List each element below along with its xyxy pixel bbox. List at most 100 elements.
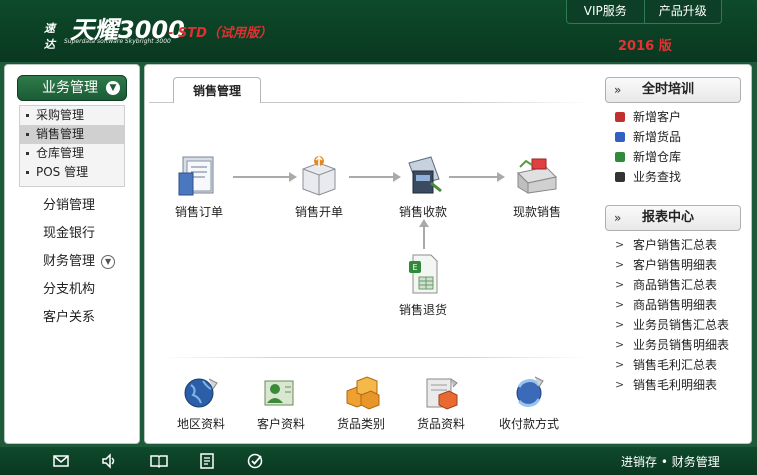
shortcut-label: 客户资料 [256, 417, 305, 431]
business-management-header[interactable]: 业务管理 ▼ [17, 75, 127, 101]
product-upgrade-button[interactable]: 产品升级 [643, 0, 722, 23]
flow-arrow [233, 172, 297, 182]
report-item[interactable]: > 客户销售明细表 [615, 255, 729, 275]
main-panel: 销售管理 销售订单 销售开单 销售收款 现款销售 E 销售退货 地区资料 客户资… [144, 64, 752, 444]
shortcut-label: 地区资料 [176, 417, 225, 431]
chevron-right-icon: > [615, 238, 625, 251]
goods-data-shortcut[interactable]: 货品资料 [411, 373, 471, 432]
flow-label: 销售退货 [398, 303, 447, 317]
mail-icon[interactable] [52, 452, 70, 470]
sales-receipt-node[interactable]: 销售收款 [393, 153, 453, 220]
sound-icon[interactable] [100, 452, 118, 470]
excel-document-icon: E [409, 254, 438, 294]
training-item-label: 新增仓库 [633, 150, 682, 164]
report-item[interactable]: > 客户销售汇总表 [615, 235, 729, 255]
report-item-label: 客户销售汇总表 [633, 238, 718, 252]
report-item[interactable]: > 销售毛利明细表 [615, 375, 729, 395]
training-item-new-customer[interactable]: 新增客户 [615, 107, 681, 127]
tab-sales-management[interactable]: 销售管理 [173, 77, 261, 103]
report-item-label: 业务员销售明细表 [633, 338, 730, 352]
submenu-item-warehouse[interactable]: 仓库管理 [20, 144, 124, 163]
sidebar-item-finance[interactable]: 财务管理 ▼ [43, 251, 116, 279]
expand-icon: ▼ [101, 254, 116, 269]
chevron-right-icon: > [615, 258, 625, 271]
training-item-label: 业务查找 [633, 170, 682, 184]
report-item[interactable]: > 商品销售汇总表 [615, 275, 729, 295]
goods-category-shortcut[interactable]: 货品类别 [331, 373, 391, 432]
book-icon [615, 172, 625, 182]
flow-label: 销售收款 [398, 205, 447, 219]
book-icon [615, 112, 625, 122]
region-data-shortcut[interactable]: 地区资料 [171, 373, 231, 432]
book-icon [615, 152, 625, 162]
usb-box-icon [302, 155, 336, 196]
shortcut-label: 收付款方式 [498, 417, 559, 431]
sidebar-item-label: 分支机构 [43, 282, 96, 297]
submenu-item-pos[interactable]: POS 管理 [20, 163, 124, 182]
training-item-label: 新增货品 [633, 130, 682, 144]
report-item[interactable]: > 商品销售明细表 [615, 295, 729, 315]
sales-order-node[interactable]: 销售订单 [169, 153, 229, 220]
customer-data-shortcut[interactable]: 客户资料 [251, 373, 311, 432]
submenu-item-purchase[interactable]: 采购管理 [20, 106, 124, 125]
report-item[interactable]: > 业务员销售明细表 [615, 335, 729, 355]
book-icon[interactable] [150, 452, 168, 470]
app-header: 速达 天耀3000 Superdata software Skybright 3… [0, 0, 757, 62]
chevron-down-icon: ▼ [106, 81, 120, 95]
logo-subtitle: Superdata software Skybright 3000 [64, 38, 171, 45]
globe-icon [184, 378, 218, 408]
top-buttons: VIP服务 产品升级 [566, 0, 722, 24]
vip-service-button[interactable]: VIP服务 [567, 0, 644, 23]
payment-method-shortcut[interactable]: 收付款方式 [491, 373, 567, 432]
sidebar-item-label: 客户关系 [43, 310, 96, 325]
training-item-label: 新增客户 [633, 110, 682, 124]
sidebar-item-label: 现金银行 [43, 226, 96, 241]
svg-text:E: E [412, 263, 417, 272]
chevron-right-icon: > [615, 358, 625, 371]
chevron-right-icon: > [615, 378, 625, 391]
chevron-right-icon: > [615, 278, 625, 291]
sidebar-menu: 分销管理 现金银行 财务管理 ▼ 分支机构 客户关系 [43, 195, 116, 335]
document-icon[interactable] [198, 452, 216, 470]
sales-invoice-node[interactable]: 销售开单 [289, 153, 349, 220]
flow-arrow-up [419, 219, 429, 249]
book-icon [615, 132, 625, 142]
report-item[interactable]: > 销售毛利汇总表 [615, 355, 729, 375]
edition-label: - STD（试用版） [168, 26, 272, 41]
payment-cycle-icon [516, 376, 544, 407]
report-item-label: 销售毛利明细表 [633, 378, 718, 392]
sales-return-node[interactable]: E 销售退货 [393, 251, 453, 318]
report-item-label: 业务员销售汇总表 [633, 318, 730, 332]
flow-label: 现款销售 [512, 205, 561, 219]
chevron-right-icon: > [615, 338, 625, 351]
shortcut-label: 货品类别 [336, 417, 385, 431]
flow-arrow [349, 172, 401, 182]
flow-label: 销售开单 [294, 205, 343, 219]
training-list: 新增客户 新增货品 新增仓库 业务查找 [615, 107, 681, 187]
double-chevron-icon: » [614, 83, 622, 97]
status-footer: 进销存 • 财务管理 [0, 447, 757, 475]
submenu-item-sales[interactable]: 销售管理 [20, 125, 124, 144]
training-item-new-goods[interactable]: 新增货品 [615, 127, 681, 147]
sidebar-item-crm[interactable]: 客户关系 [43, 307, 115, 335]
cash-sales-node[interactable]: 现款销售 [507, 153, 567, 220]
sidebar-item-branches[interactable]: 分支机构 [43, 279, 115, 307]
reports-title: 报表中心 [642, 210, 695, 225]
footer-text: 进销存 • 财务管理 [621, 455, 720, 469]
check-icon[interactable] [246, 452, 264, 470]
sidebar-head-label: 业务管理 [42, 80, 98, 96]
training-header[interactable]: » 全时培训 [605, 77, 741, 103]
reports-header[interactable]: » 报表中心 [605, 205, 741, 231]
report-item-label: 销售毛利汇总表 [633, 358, 718, 372]
sidebar-item-cash-bank[interactable]: 现金银行 [43, 223, 115, 251]
sidebar-item-distribution[interactable]: 分销管理 [43, 195, 115, 223]
section-divider [159, 357, 589, 358]
shortcut-label: 货品资料 [416, 417, 465, 431]
double-chevron-icon: » [614, 211, 622, 225]
cash-register-icon [516, 158, 558, 194]
receipt-icon [408, 156, 442, 194]
training-item-business-search[interactable]: 业务查找 [615, 167, 681, 187]
report-item-label: 客户销售明细表 [633, 258, 718, 272]
training-item-new-warehouse[interactable]: 新增仓库 [615, 147, 681, 167]
report-item[interactable]: > 业务员销售汇总表 [615, 315, 729, 335]
